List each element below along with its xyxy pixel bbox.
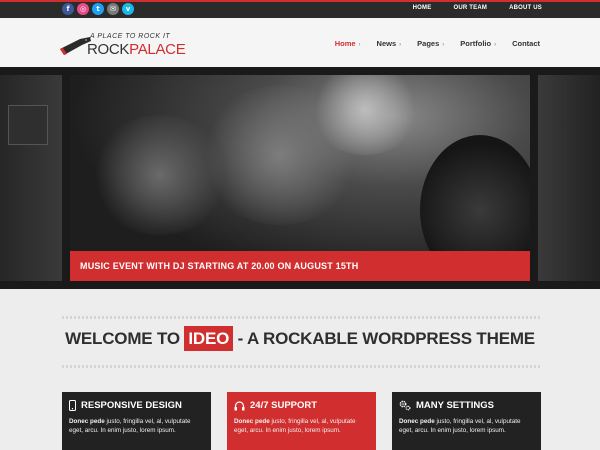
nav-contact-label: Contact bbox=[512, 39, 540, 48]
feature-text-bold: Donec pede bbox=[234, 418, 270, 425]
nav-news[interactable]: News › bbox=[377, 39, 402, 48]
slide-caption[interactable]: MUSIC EVENT WITH DJ STARTING AT 20.00 ON… bbox=[70, 251, 530, 281]
feature-text-bold: Donec pede bbox=[69, 418, 105, 425]
divider bbox=[62, 316, 540, 319]
feature-title-text: RESPONSIVE DESIGN bbox=[81, 400, 182, 411]
feature-text: Donec pede justo, fringilla vel, al, vul… bbox=[399, 417, 534, 435]
feature-boxes: RESPONSIVE DESIGN Donec pede justo, frin… bbox=[62, 392, 541, 450]
top-bar: f ◎ t ✉ v HOME OUR TEAM ABOUT US bbox=[0, 0, 600, 18]
site-header: A PLACE TO ROCK IT ROCKPALACE Home › News… bbox=[0, 18, 600, 67]
feature-title: MANY SETTINGS bbox=[399, 400, 534, 411]
feature-text: Donec pede justo, fringilla vel, al, vul… bbox=[234, 417, 369, 435]
chevron-right-icon: › bbox=[399, 42, 402, 48]
feature-text: Donec pede justo, fringilla vel, al, vul… bbox=[69, 417, 204, 435]
feature-title: RESPONSIVE DESIGN bbox=[69, 400, 204, 411]
nav-pages[interactable]: Pages › bbox=[417, 39, 444, 48]
dribbble-icon[interactable]: ◎ bbox=[77, 3, 89, 15]
email-icon[interactable]: ✉ bbox=[107, 3, 119, 15]
twitter-icon[interactable]: t bbox=[92, 3, 104, 15]
top-nav-home[interactable]: HOME bbox=[413, 5, 432, 11]
concert-photo: MUSIC EVENT WITH DJ STARTING AT 20.00 ON… bbox=[70, 75, 530, 281]
site-logo[interactable]: A PLACE TO ROCK IT ROCKPALACE bbox=[60, 33, 186, 63]
logo-name-part1: ROCK bbox=[87, 41, 130, 58]
headline-after: - A ROCKABLE WORDPRESS THEME bbox=[233, 329, 535, 348]
logo-tagline: A PLACE TO ROCK IT bbox=[90, 33, 171, 40]
welcome-headline: WELCOME TO IDEO - A ROCKABLE WORDPRESS T… bbox=[0, 326, 600, 351]
top-nav: HOME OUR TEAM ABOUT US bbox=[413, 5, 542, 11]
feature-title: 24/7 SUPPORT bbox=[234, 400, 369, 411]
nav-home[interactable]: Home › bbox=[335, 39, 361, 48]
slider-next-preview[interactable] bbox=[538, 75, 600, 281]
feature-text-bold: Donec pede bbox=[399, 418, 435, 425]
main-nav: Home › News › Pages › Portfolio › Contact bbox=[335, 39, 540, 48]
speaker-image bbox=[8, 105, 48, 145]
nav-contact[interactable]: Contact bbox=[512, 39, 540, 48]
top-nav-about-us[interactable]: ABOUT US bbox=[509, 5, 542, 11]
divider bbox=[62, 365, 540, 368]
top-nav-our-team[interactable]: OUR TEAM bbox=[453, 5, 487, 11]
feature-title-text: MANY SETTINGS bbox=[416, 400, 494, 411]
facebook-icon[interactable]: f bbox=[62, 3, 74, 15]
chevron-right-icon: › bbox=[494, 42, 497, 48]
logo-name: ROCKPALACE bbox=[87, 41, 186, 58]
nav-portfolio[interactable]: Portfolio › bbox=[460, 39, 496, 48]
nav-pages-label: Pages bbox=[417, 39, 440, 48]
gears-icon bbox=[399, 400, 411, 411]
chevron-right-icon: › bbox=[358, 42, 361, 48]
headline-before: WELCOME TO bbox=[65, 329, 185, 348]
vimeo-icon[interactable]: v bbox=[122, 3, 134, 15]
mobile-icon bbox=[69, 400, 76, 411]
nav-home-label: Home bbox=[334, 39, 356, 48]
chevron-right-icon: › bbox=[442, 42, 445, 48]
headline-highlight: IDEO bbox=[184, 326, 234, 351]
nav-news-label: News bbox=[376, 39, 397, 48]
logo-name-part2: PALACE bbox=[129, 41, 186, 58]
headphones-icon bbox=[234, 400, 245, 410]
nav-portfolio-label: Portfolio bbox=[460, 39, 492, 48]
slider-prev-preview[interactable] bbox=[0, 75, 62, 281]
feature-title-text: 24/7 SUPPORT bbox=[250, 400, 318, 411]
hero-slider: MUSIC EVENT WITH DJ STARTING AT 20.00 ON… bbox=[0, 67, 600, 289]
feature-box-responsive[interactable]: RESPONSIVE DESIGN Donec pede justo, frin… bbox=[62, 392, 211, 450]
social-links: f ◎ t ✉ v bbox=[62, 3, 134, 15]
feature-box-support[interactable]: 24/7 SUPPORT Donec pede justo, fringilla… bbox=[227, 392, 376, 450]
feature-box-settings[interactable]: MANY SETTINGS Donec pede justo, fringill… bbox=[392, 392, 541, 450]
welcome-section: WELCOME TO IDEO - A ROCKABLE WORDPRESS T… bbox=[0, 289, 600, 450]
